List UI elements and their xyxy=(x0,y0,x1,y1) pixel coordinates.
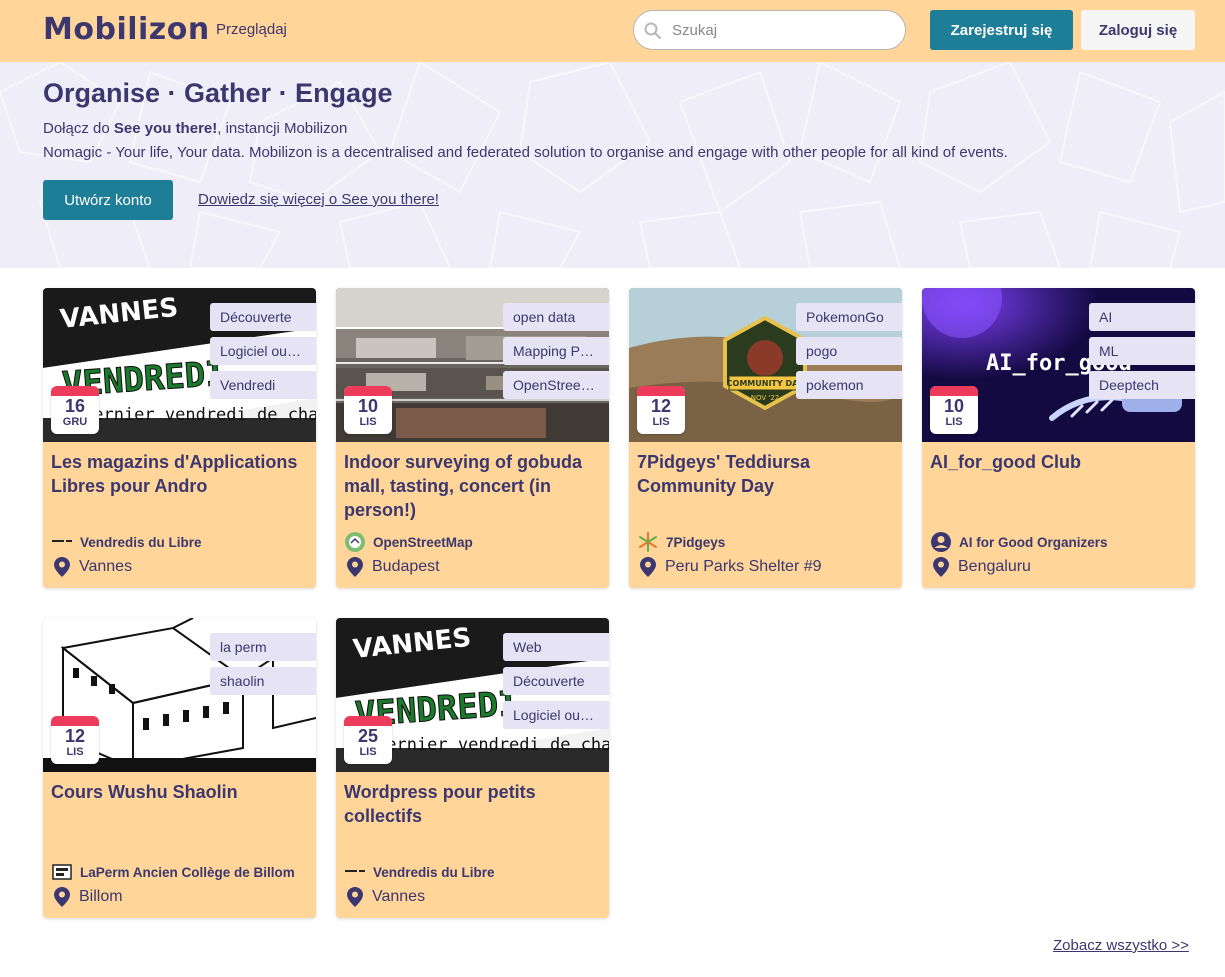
tag[interactable]: Mapping P… xyxy=(503,337,609,365)
login-button[interactable]: Zaloguj się xyxy=(1081,10,1195,50)
tag[interactable]: Logiciel ou… xyxy=(210,337,316,365)
event-card[interactable]: VANNES VENDREDI dernier vendredi de chaq… xyxy=(43,288,316,588)
tag[interactable]: ML xyxy=(1089,337,1195,365)
date-calendar-badge: 12 LIS xyxy=(637,386,685,434)
mobilizon-logo[interactable]: Mobilizon xyxy=(43,12,210,47)
date-month: GRU xyxy=(62,416,88,428)
search-input[interactable] xyxy=(672,19,897,41)
svg-text:dernier vendredi de chaq: dernier vendredi de chaq xyxy=(376,735,609,755)
tag[interactable]: shaolin xyxy=(210,667,316,695)
tag[interactable]: pogo xyxy=(796,337,902,365)
openstreetmap-logo-icon xyxy=(344,531,366,553)
tag-list: AI ML Deeptech xyxy=(1089,303,1195,405)
event-card[interactable]: la perm shaolin 12 LIS Cours Wushu Shaol… xyxy=(43,618,316,918)
location: Bengaluru xyxy=(930,556,1031,578)
search-box xyxy=(633,10,906,50)
map-marker-icon xyxy=(344,886,366,908)
svg-text:NOV '22: NOV '22 xyxy=(751,394,779,402)
tag-list: Découverte Logiciel ou… Vendredi xyxy=(210,303,316,405)
map-marker-icon xyxy=(637,556,659,578)
date-month: LIS xyxy=(652,416,670,428)
tag[interactable]: la perm xyxy=(210,633,316,661)
location: Peru Parks Shelter #9 xyxy=(637,556,822,578)
date-day: 12 xyxy=(64,726,86,746)
tag[interactable]: pokemon xyxy=(796,371,902,399)
event-title[interactable]: Wordpress pour petits collectifs xyxy=(344,780,604,828)
event-card[interactable]: AI_for_good AI ML Deeptech 10 LIS AI_for… xyxy=(922,288,1195,588)
date-day: 10 xyxy=(943,396,965,416)
organizer[interactable]: AI for Good Organizers xyxy=(930,531,1108,553)
date-month: LIS xyxy=(66,746,84,758)
date-month: LIS xyxy=(359,746,377,758)
date-calendar-badge: 16 GRU xyxy=(51,386,99,434)
svg-text:dernier vendredi de chaq: dernier vendredi de chaq xyxy=(83,405,316,425)
tag[interactable]: Web xyxy=(503,633,609,661)
create-account-button[interactable]: Utwórz konto xyxy=(43,180,173,220)
event-title[interactable]: AI_for_good Club xyxy=(930,450,1190,474)
tag[interactable]: Vendredi xyxy=(210,371,316,399)
date-day: 10 xyxy=(357,396,379,416)
location: Billom xyxy=(51,886,123,908)
tag-list: PokemonGo pogo pokemon xyxy=(796,303,902,405)
date-calendar-badge: 10 LIS xyxy=(930,386,978,434)
event-card[interactable]: VANNES VENDREDI dernier vendredi de chaq… xyxy=(336,618,609,918)
laperm-logo-icon xyxy=(51,861,73,883)
firework-icon xyxy=(637,531,659,553)
tag[interactable]: OpenStree… xyxy=(503,371,609,399)
date-day: 16 xyxy=(64,396,86,416)
map-marker-icon xyxy=(344,556,366,578)
event-title[interactable]: Les magazins d'Applications Libres pour … xyxy=(51,450,311,498)
organizer-avatar-icon xyxy=(344,861,366,883)
location: Vannes xyxy=(344,886,425,908)
tag-list: Web Découverte Logiciel ou… xyxy=(503,633,609,735)
hero-banner: Organise · Gather · Engage Dołącz do See… xyxy=(0,62,1225,268)
tag[interactable]: Logiciel ou… xyxy=(503,701,609,729)
tag-list: la perm shaolin xyxy=(210,633,316,701)
organizer[interactable]: Vendredis du Libre xyxy=(51,531,202,553)
event-title[interactable]: Cours Wushu Shaolin xyxy=(51,780,311,804)
location: Vannes xyxy=(51,556,132,578)
date-day: 25 xyxy=(357,726,379,746)
date-calendar-badge: 10 LIS xyxy=(344,386,392,434)
organizer[interactable]: 7Pidgeys xyxy=(637,531,725,553)
date-day: 12 xyxy=(650,396,672,416)
map-marker-icon xyxy=(51,886,73,908)
organizer-avatar-icon xyxy=(51,531,73,553)
organizer[interactable]: OpenStreetMap xyxy=(344,531,473,553)
hero-description: Nomagic - Your life, Your data. Mobilizo… xyxy=(43,144,1008,161)
map-marker-icon xyxy=(930,556,952,578)
account-circle-icon xyxy=(930,531,952,553)
organizer[interactable]: Vendredis du Libre xyxy=(344,861,495,883)
organizer[interactable]: LaPerm Ancien Collège de Billom xyxy=(51,861,295,883)
hero-join-text: Dołącz do See you there!, instancji Mobi… xyxy=(43,120,348,137)
learn-more-link[interactable]: Dowiedz się więcej o See you there! xyxy=(198,191,439,208)
top-navbar: Mobilizon Przeglądaj Zarejestruj się Zal… xyxy=(0,0,1225,62)
svg-text:COMMUNITY DAY: COMMUNITY DAY xyxy=(727,379,804,388)
tag-list: open data Mapping P… OpenStree… xyxy=(503,303,609,405)
location: Budapest xyxy=(344,556,440,578)
hero-title: Organise · Gather · Engage xyxy=(43,78,393,108)
tag[interactable]: Découverte xyxy=(210,303,316,331)
date-month: LIS xyxy=(945,416,963,428)
register-button[interactable]: Zarejestruj się xyxy=(930,10,1073,50)
date-month: LIS xyxy=(359,416,377,428)
tag[interactable]: AI xyxy=(1089,303,1195,331)
event-card[interactable]: COMMUNITY DAY NOV '22 PokemonGo pogo pok… xyxy=(629,288,902,588)
search-icon xyxy=(644,22,662,40)
tag[interactable]: Découverte xyxy=(503,667,609,695)
see-all-link[interactable]: Zobacz wszystko >> xyxy=(1053,937,1189,954)
event-card[interactable]: open data Mapping P… OpenStree… 10 LIS I… xyxy=(336,288,609,588)
event-title[interactable]: Indoor surveying of gobuda mall, tasting… xyxy=(344,450,604,522)
date-calendar-badge: 12 LIS xyxy=(51,716,99,764)
instance-name: See you there! xyxy=(113,120,218,137)
tag[interactable]: PokemonGo xyxy=(796,303,902,331)
event-title[interactable]: 7Pidgeys' Teddiursa Community Day xyxy=(637,450,897,498)
tag[interactable]: open data xyxy=(503,303,609,331)
nav-browse-link[interactable]: Przeglądaj xyxy=(216,21,287,38)
tag[interactable]: Deeptech xyxy=(1089,371,1195,399)
map-marker-icon xyxy=(51,556,73,578)
date-calendar-badge: 25 LIS xyxy=(344,716,392,764)
